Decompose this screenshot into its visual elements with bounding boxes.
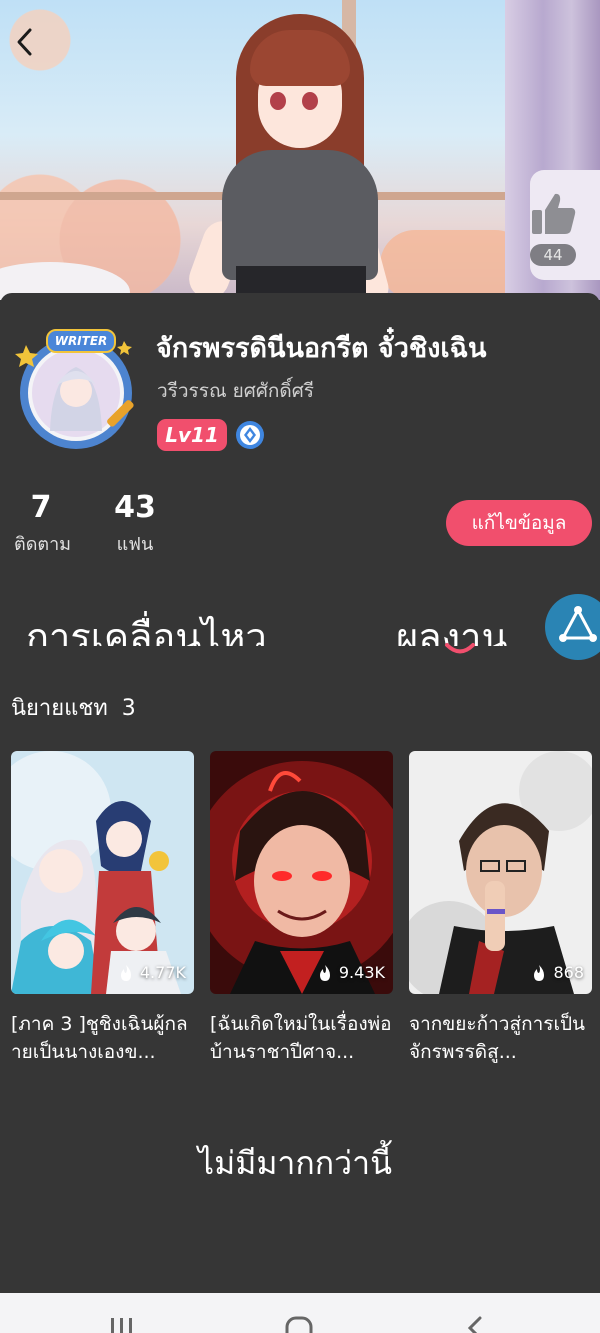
novel-card[interactable]: 4.77K [ภาค 3 ]ชูชิงเฉินผู้กลายเป็นนางเอง… [11,751,194,1066]
view-count-value: 9.43K [338,963,385,982]
novel-title[interactable]: จากขยะก้าวสู่การเป็นจักรพรรดิสู... [409,1010,592,1066]
tab-activity[interactable]: การเคลื่อนไหว [26,606,267,646]
novel-cover[interactable]: 9.43K [210,751,393,994]
fire-icon [319,964,330,981]
active-tab-indicator [445,643,475,654]
section-title: นิยายแชท 3 [11,690,136,725]
triangle-share-icon [559,606,597,642]
novel-card[interactable]: 9.43K [ฉันเกิดใหม่ในเรื่องพ่อบ้านราชาปีศ… [210,751,393,1066]
thumbs-up-icon[interactable] [528,190,578,238]
section-count: 3 [121,696,136,721]
banner-character-eye [270,92,286,110]
fans-stat[interactable]: 43 แฟน [110,490,160,558]
following-count: 7 [30,490,52,525]
view-count-value: 4.77K [139,963,186,982]
banner-character-bangs [250,30,350,86]
edit-profile-button[interactable]: แก้ไขข้อมูล [446,500,592,546]
novel-cover-art [210,751,393,994]
nav-back-icon[interactable] [462,1314,486,1333]
banner-character-shirt [222,150,378,280]
verified-icon [236,421,264,449]
profile-banner [0,0,600,300]
level-badge: Lv11 [157,419,227,451]
writer-badge: WRITER [46,329,116,353]
recent-apps-icon[interactable] [108,1314,136,1333]
novel-cover[interactable]: 4.77K [11,751,194,994]
banner-character-eye [302,92,318,110]
view-count: 4.77K [118,963,186,982]
novel-cover[interactable]: 868 [409,751,592,994]
novel-title[interactable]: [ฉันเกิดใหม่ในเรื่องพ่อบ้านราชาปีศาจ... [210,1010,393,1066]
profile-name: จักรพรรดินีนอกรีต จั๋วชิงเฉิน [156,333,487,364]
home-icon[interactable] [284,1314,314,1333]
section-title-label: นิยายแชท [11,696,108,721]
end-of-list-text: ไม่มีมากกว่านี้ [198,1144,392,1182]
fire-icon [534,964,545,981]
view-count-value: 868 [553,963,584,982]
view-count: 868 [531,963,584,982]
novel-title[interactable]: [ภาค 3 ]ชูชิงเฉินผู้กลายเป็นนางเองข... [11,1010,194,1066]
novel-cover-art [409,751,592,994]
floating-action-button[interactable] [545,594,600,660]
fans-count: 43 [114,490,156,525]
fans-label: แฟน [116,534,154,555]
following-label: ติดตาม [14,534,72,555]
like-count: 44 [530,244,576,266]
back-arrow-icon[interactable] [8,24,44,60]
following-stat[interactable]: 7 ติดตาม [14,490,72,558]
profile-subname: วรีวรรณ ยศศักดิ์ศรี [157,380,314,402]
novel-cover-art [11,751,194,994]
view-count: 9.43K [317,963,385,982]
novel-card[interactable]: 868 จากขยะก้าวสู่การเป็นจักรพรรดิสู... [409,751,592,1066]
fire-icon [120,964,131,981]
